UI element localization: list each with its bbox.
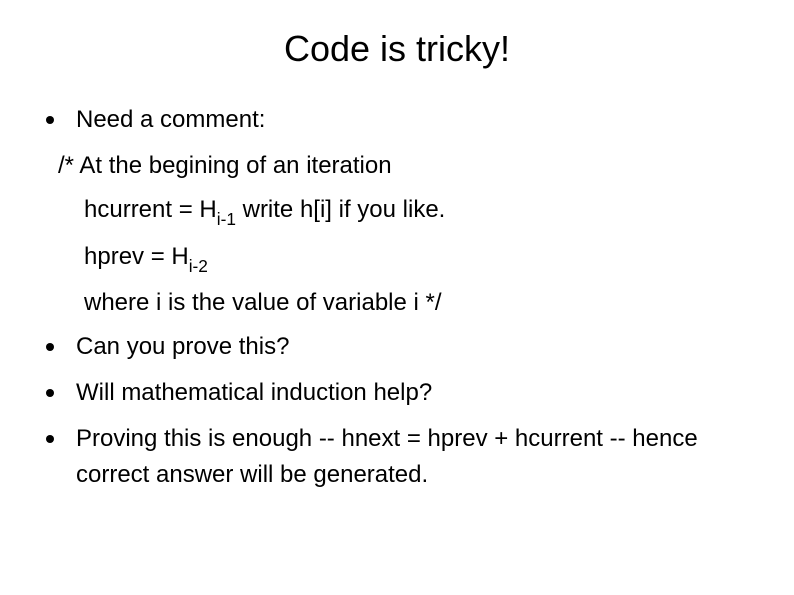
slide-content: Need a comment: /* At the begining of an… — [40, 102, 754, 493]
code-text: write h[i] if you like. — [236, 196, 445, 223]
subscript: i-1 — [217, 209, 236, 229]
comment-line: hcurrent = Hi-1 write h[i] if you like. — [40, 192, 754, 231]
code-text: hcurrent = H — [84, 196, 217, 223]
bullet-text: Proving this is enough -- hnext = hprev … — [76, 421, 754, 493]
bullet-text: Need a comment: — [76, 102, 754, 138]
bullet-item: Proving this is enough -- hnext = hprev … — [40, 421, 754, 493]
slide: Code is tricky! Need a comment: /* At th… — [0, 0, 794, 595]
bullet-text: Can you prove this? — [76, 329, 754, 365]
bullet-item: Need a comment: — [40, 102, 754, 138]
subscript: i-2 — [189, 256, 208, 276]
code-text: hprev = H — [84, 243, 189, 270]
bullet-text: Will mathematical induction help? — [76, 375, 754, 411]
comment-line: hprev = Hi-2 — [40, 239, 754, 278]
bullet-icon — [46, 343, 54, 351]
bullet-item: Will mathematical induction help? — [40, 375, 754, 411]
comment-line: /* At the begining of an iteration — [40, 148, 754, 184]
bullet-icon — [46, 116, 54, 124]
bullet-icon — [46, 435, 54, 443]
comment-line: where i is the value of variable i */ — [40, 285, 754, 321]
slide-title: Code is tricky! — [40, 28, 754, 70]
bullet-item: Can you prove this? — [40, 329, 754, 365]
bullet-icon — [46, 389, 54, 397]
